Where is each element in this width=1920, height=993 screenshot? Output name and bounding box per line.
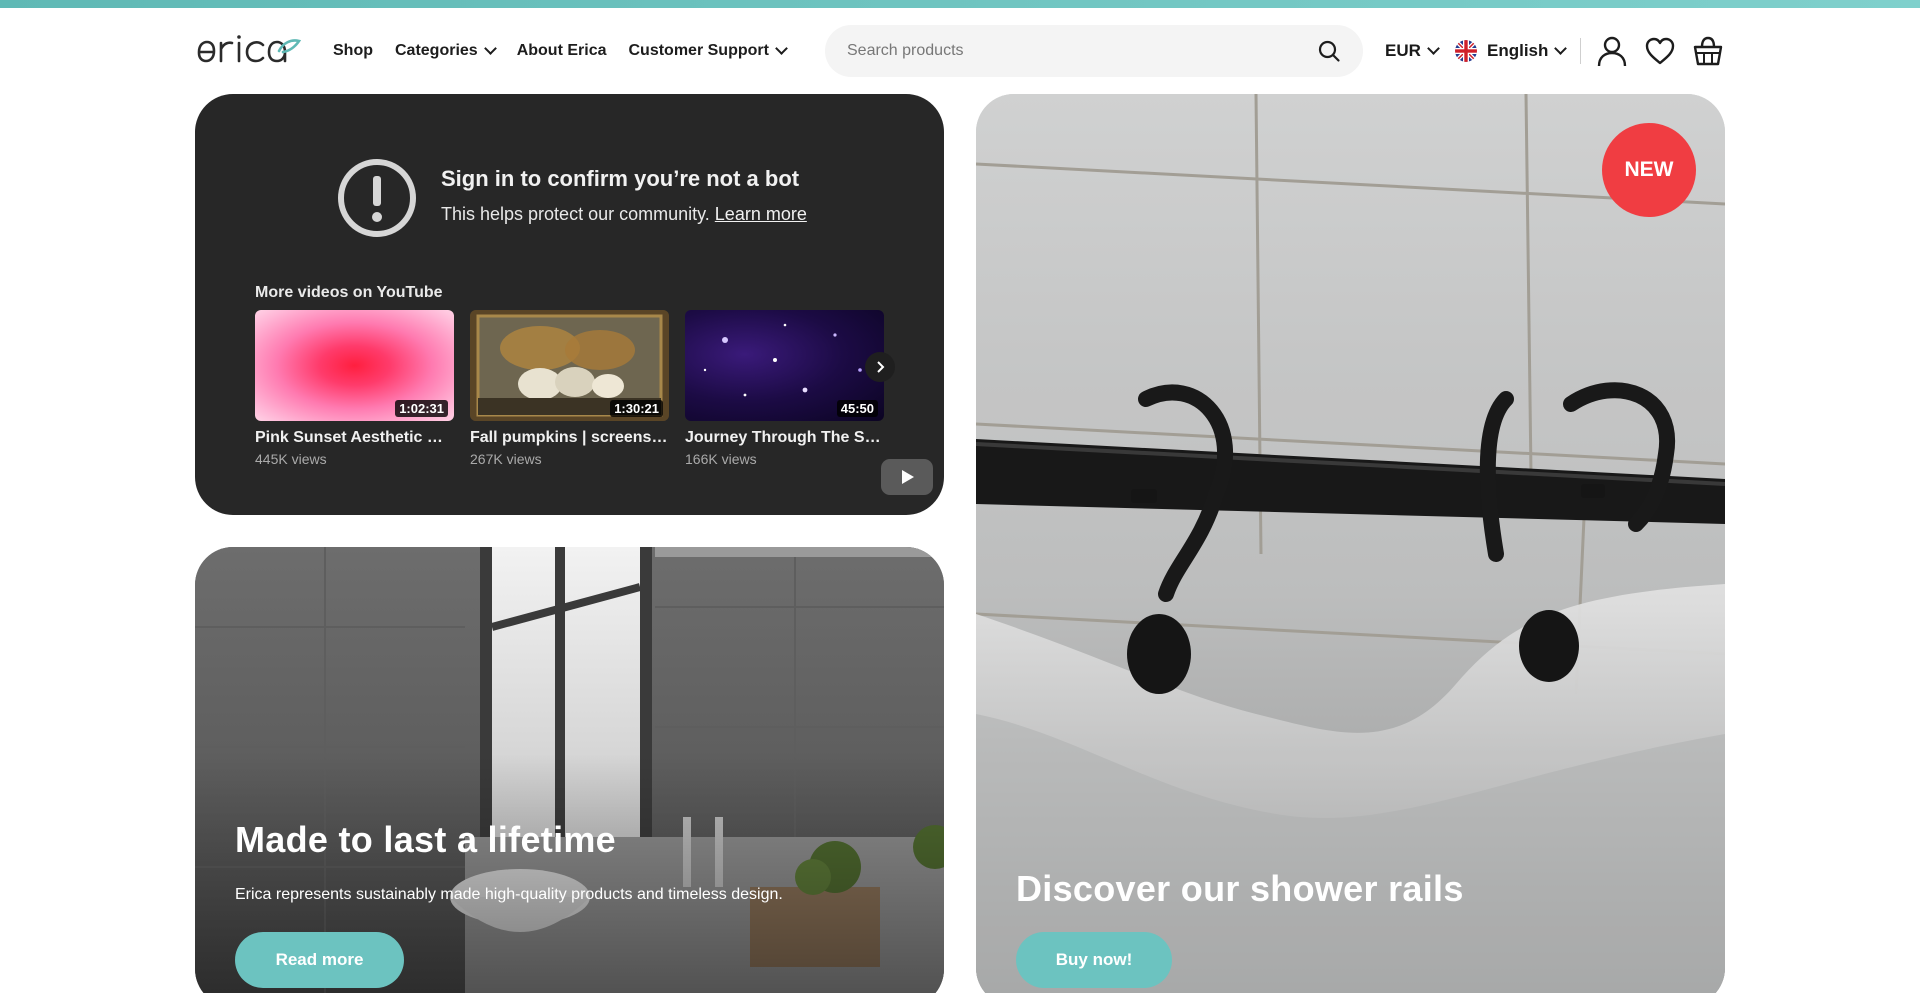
basket-icon (1693, 36, 1723, 66)
video-list: 1:02:31 Pink Sunset Aesthetic Gra... 445… (255, 310, 884, 467)
warning-icon (338, 159, 416, 237)
search-icon[interactable] (1317, 39, 1341, 63)
lifetime-title: Made to last a lifetime (235, 819, 616, 860)
learn-more-link[interactable]: Learn more (715, 204, 807, 224)
heart-icon (1645, 37, 1675, 65)
site-header: Shop Categories About Erica Customer Sup… (195, 20, 1725, 82)
video-thumbnail[interactable]: 1:02:31 (255, 310, 454, 421)
read-more-button[interactable]: Read more (235, 932, 404, 988)
currency-label: EUR (1385, 41, 1421, 60)
uk-flag-icon (1455, 40, 1477, 62)
logo-mark (197, 35, 302, 63)
lifetime-promo-card: Made to last a lifetime Erica represents… (195, 547, 944, 993)
currency-selector[interactable]: EUR (1385, 41, 1440, 61)
shower-rails-promo-card: NEW Discover our shower rails Buy now! (976, 94, 1725, 993)
play-icon (902, 470, 914, 484)
video-title[interactable]: Fall pumpkins | screensav... (470, 429, 669, 447)
chevron-down-icon (775, 42, 788, 55)
video-card[interactable]: 45:50 Journey Through The Stars 166K vie… (685, 310, 884, 467)
nav-support-label: Customer Support (628, 42, 769, 59)
video-title[interactable]: Journey Through The Stars (685, 429, 884, 447)
buy-now-button[interactable]: Buy now! (1016, 932, 1172, 988)
main-nav: Shop Categories About Erica Customer Sup… (333, 42, 808, 60)
new-badge: NEW (1602, 123, 1696, 217)
nav-about[interactable]: About Erica (517, 42, 607, 60)
chevron-down-icon (483, 42, 497, 55)
nav-categories-label: Categories (395, 42, 478, 59)
wishlist-button[interactable] (1644, 35, 1676, 67)
cart-button[interactable] (1692, 35, 1724, 67)
search-bar (825, 25, 1363, 77)
video-views: 445K views (255, 451, 327, 467)
user-icon (1597, 36, 1627, 67)
video-card[interactable]: 1:30:21 Fall pumpkins | screensav... 267… (470, 310, 669, 467)
chevron-down-icon (1554, 42, 1568, 55)
video-card[interactable]: 1:02:31 Pink Sunset Aesthetic Gra... 445… (255, 310, 454, 467)
language-label: English (1487, 41, 1549, 60)
shower-title: Discover our shower rails (1016, 868, 1464, 909)
header-divider (1580, 38, 1581, 64)
account-button[interactable] (1596, 35, 1628, 67)
video-thumbnail[interactable]: 1:30:21 (470, 310, 669, 421)
youtube-logo-button[interactable] (881, 459, 933, 495)
embed-subtitle-text: This helps protect our community. (441, 204, 710, 224)
nav-shop[interactable]: Shop (333, 42, 373, 60)
nav-categories[interactable]: Categories (395, 42, 497, 60)
embed-title: Sign in to confirm you’re not a bot (441, 166, 800, 191)
lifetime-text: Erica represents sustainably made high-q… (235, 886, 783, 903)
erica-logo[interactable] (195, 31, 315, 71)
next-videos-button[interactable] (865, 352, 895, 382)
language-selector[interactable]: English (1455, 40, 1568, 62)
shower-rail-image (976, 94, 1725, 993)
search-input[interactable] (847, 42, 1317, 60)
video-title[interactable]: Pink Sunset Aesthetic Gra... (255, 429, 454, 447)
bathroom-scene-image (195, 547, 944, 993)
video-thumbnail[interactable]: 45:50 (685, 310, 884, 421)
chevron-right-icon (877, 361, 885, 373)
nav-customer-support[interactable]: Customer Support (628, 42, 788, 60)
more-videos-label: More videos on YouTube (255, 284, 443, 301)
video-duration: 1:02:31 (395, 400, 448, 417)
video-duration: 45:50 (836, 400, 878, 417)
nav-shop-label: Shop (333, 42, 373, 59)
youtube-embed: Sign in to confirm you’re not a bot This… (195, 94, 944, 515)
top-accent-bar (0, 0, 1920, 8)
video-views: 267K views (470, 451, 542, 467)
embed-subtitle: This helps protect our community. Learn … (441, 204, 807, 225)
video-views: 166K views (685, 451, 757, 467)
video-duration: 1:30:21 (610, 400, 663, 417)
nav-about-label: About Erica (516, 42, 607, 59)
chevron-down-icon (1427, 42, 1440, 55)
